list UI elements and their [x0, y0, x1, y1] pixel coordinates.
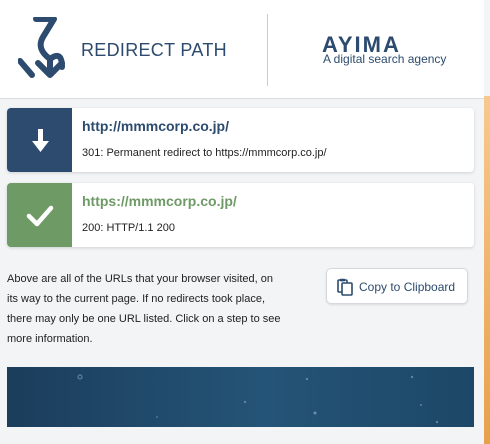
- redirect-step[interactable]: http://mmmcorp.co.jp/ 301: Permanent red…: [7, 108, 474, 172]
- copy-to-clipboard-button[interactable]: Copy to Clipboard: [326, 268, 468, 304]
- banner-pattern: [77, 374, 439, 424]
- redirect-path-logo-icon: [18, 17, 65, 78]
- header: REDIRECT PATH AYIMA A digital search age…: [0, 0, 484, 99]
- copy-button-label: Copy to Clipboard: [359, 280, 456, 294]
- header-divider: [267, 14, 268, 86]
- step-url[interactable]: https://mmmcorp.co.jp/: [82, 193, 237, 209]
- redirect-step[interactable]: https://mmmcorp.co.jp/ 200: HTTP/1.1 200: [7, 183, 474, 247]
- arrow-down-icon: [32, 129, 49, 152]
- app-title: REDIRECT PATH: [81, 40, 227, 60]
- step-url[interactable]: http://mmmcorp.co.jp/: [82, 118, 229, 134]
- info-text: Above are all of the URLs that your brow…: [7, 273, 281, 345]
- window-edge: [484, 96, 490, 444]
- step-status-badge: [7, 108, 72, 172]
- step-description: 301: Permanent redirect to https://mmmco…: [82, 147, 327, 159]
- ayima-banner: [7, 367, 474, 427]
- ayima-tagline: A digital search agency: [323, 52, 447, 66]
- checkmark-icon: [26, 205, 54, 227]
- step-description: 200: HTTP/1.1 200: [82, 222, 175, 234]
- clipboard-icon: [337, 278, 353, 296]
- step-status-badge: [7, 183, 72, 247]
